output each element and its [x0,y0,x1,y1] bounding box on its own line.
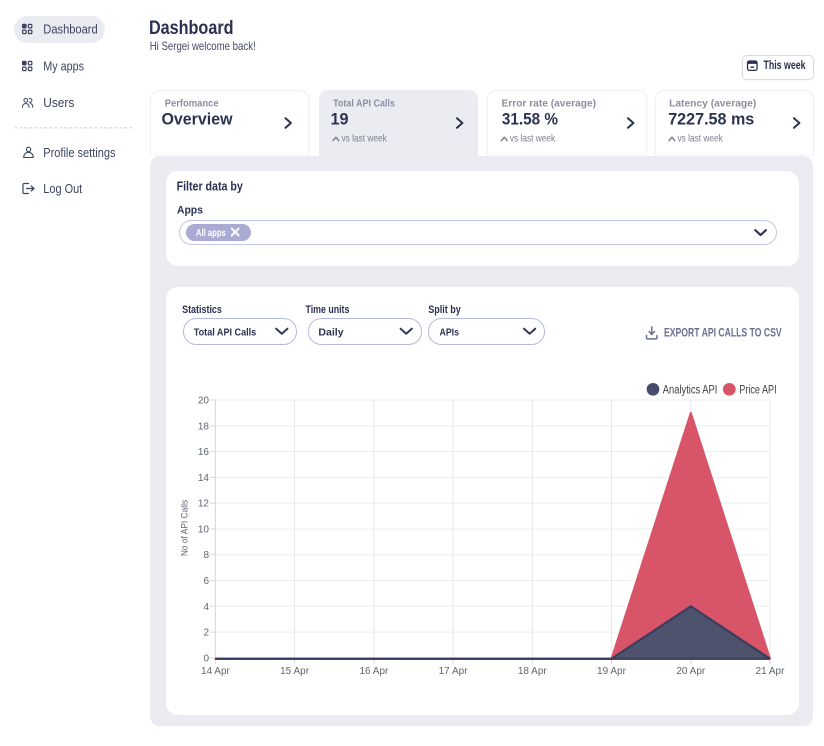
svg-text:Dashboard: Dashboard [149,18,234,39]
svg-text:Profile settings: Profile settings [43,145,116,160]
svg-text:Log Out: Log Out [43,181,82,196]
svg-text:My apps: My apps [43,59,84,74]
svg-text:Users: Users [43,95,74,110]
svg-text:Hi Sergei welcome back!: Hi Sergei welcome back! [150,39,256,53]
